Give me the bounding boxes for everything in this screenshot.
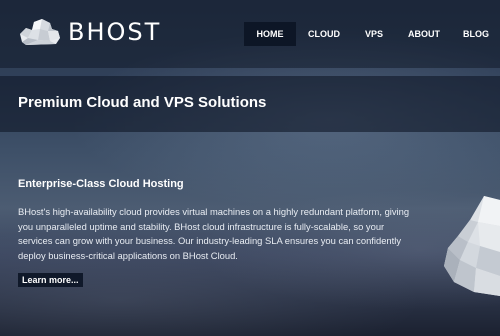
cloud-shape-decoration-icon	[444, 196, 500, 296]
section-body-text: BHost's high-availability cloud provides…	[18, 206, 410, 261]
brand-logo[interactable]: BHOST	[18, 16, 161, 48]
section-heading: Enterprise-Class Cloud Hosting	[18, 178, 184, 190]
learn-more-button[interactable]: Learn more...	[18, 273, 83, 287]
nav-item-cloud[interactable]: CLOUD	[296, 22, 352, 46]
cloud-logo-icon	[20, 19, 60, 45]
content-section: Enterprise-Class Cloud Hosting BHost's h…	[18, 178, 418, 288]
hero-banner: Premium Cloud and VPS Solutions	[0, 76, 500, 132]
nav-item-vps[interactable]: VPS	[352, 22, 396, 46]
nav-item-home[interactable]: HOME	[244, 22, 296, 46]
brand-name: BHOST	[68, 18, 162, 46]
banner-title: Premium Cloud and VPS Solutions	[18, 94, 267, 111]
top-navigation-bar: BHOST HOME CLOUD VPS ABOUT BLOG	[0, 0, 500, 68]
nav-item-blog[interactable]: BLOG	[452, 22, 500, 46]
nav-item-about[interactable]: ABOUT	[396, 22, 452, 46]
main-nav: HOME CLOUD VPS ABOUT BLOG	[244, 22, 500, 46]
